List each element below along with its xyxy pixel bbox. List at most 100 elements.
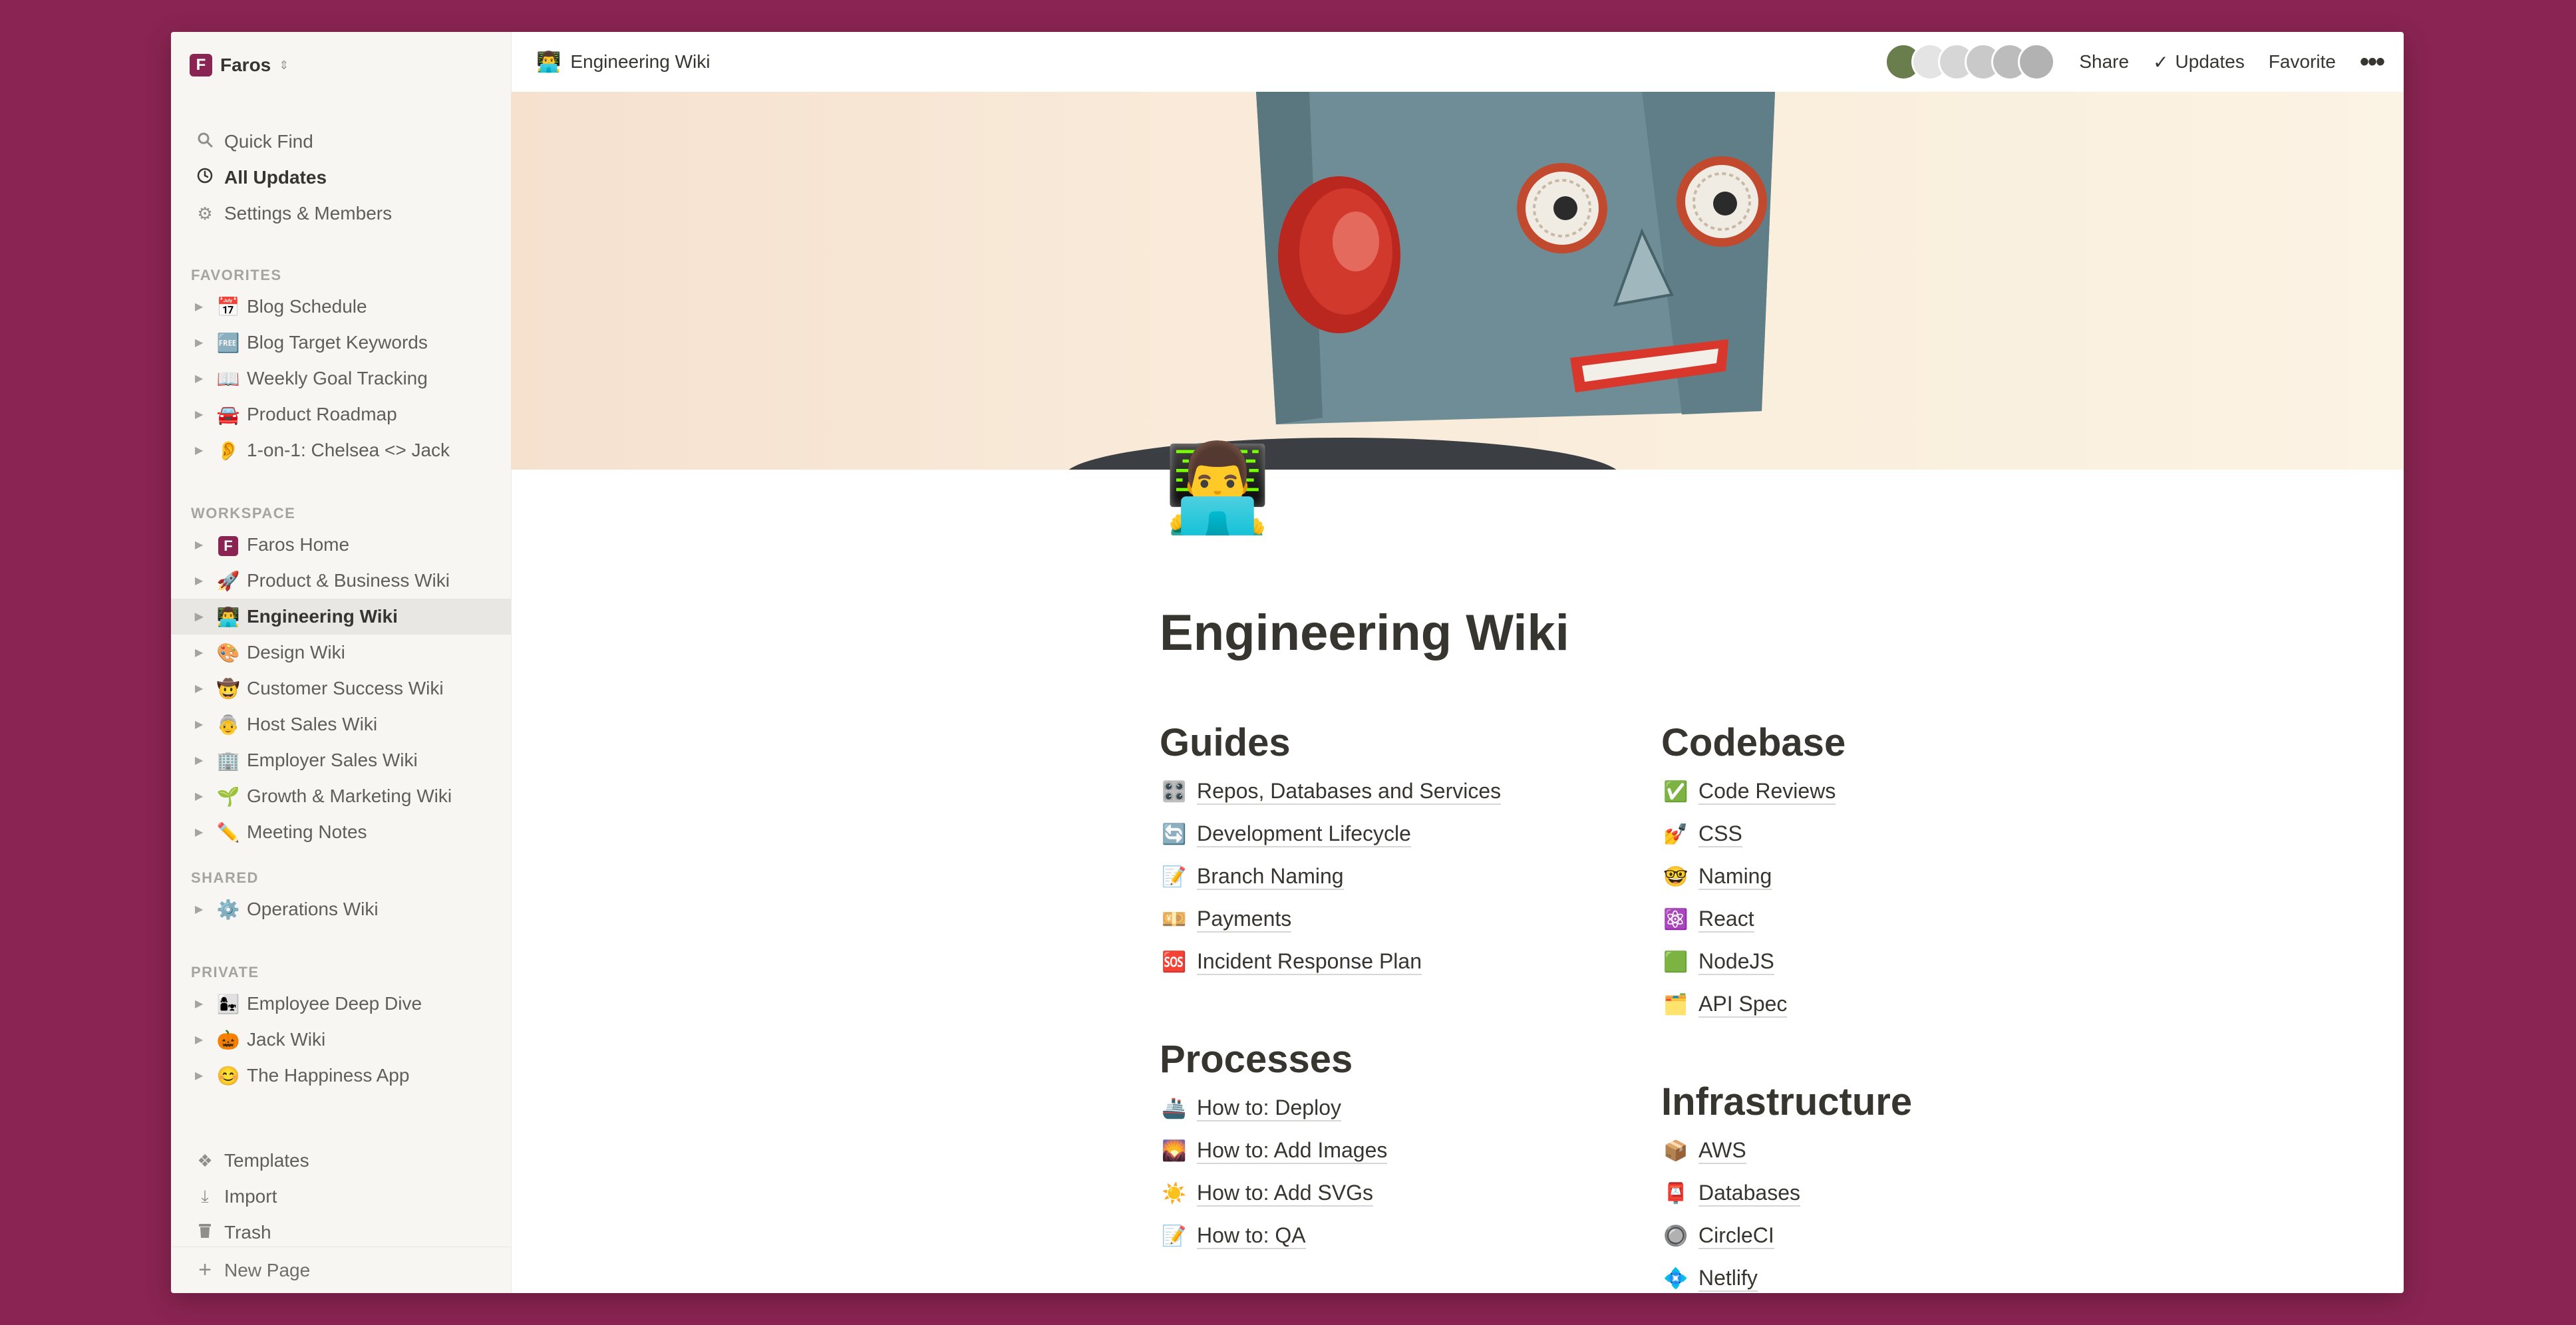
sidebar-item-jack-wiki[interactable]: ▶ 🎃 Jack Wiki xyxy=(171,1022,511,1058)
expand-triangle-icon[interactable]: ▶ xyxy=(195,300,208,313)
sidebar-item-happiness-app[interactable]: ▶ 😊 The Happiness App xyxy=(171,1058,511,1094)
money-icon: 💴 xyxy=(1162,908,1187,931)
page-title[interactable]: Engineering Wiki xyxy=(1160,604,1569,662)
sidebar-item-faros-home[interactable]: ▶ F Faros Home xyxy=(171,527,511,563)
share-button[interactable]: Share xyxy=(2079,51,2129,73)
expand-triangle-icon[interactable]: ▶ xyxy=(195,682,208,695)
smile-icon: 😊 xyxy=(216,1065,240,1086)
expand-triangle-icon[interactable]: ▶ xyxy=(195,408,208,421)
sidebar-item-label: Weekly Goal Tracking xyxy=(247,368,428,388)
link-text: Naming xyxy=(1698,863,1772,891)
page-link-api-spec[interactable]: 🗂️ API Spec xyxy=(1661,983,1846,1026)
link-text: API Spec xyxy=(1698,991,1788,1018)
rocket-icon: 🚀 xyxy=(216,570,240,591)
folder-icon: 🗂️ xyxy=(1663,993,1689,1016)
cycle-icon: 🔄 xyxy=(1162,823,1187,845)
templates-label: Templates xyxy=(224,1150,309,1171)
settings-members-button[interactable]: ⚙ Settings & Members xyxy=(171,196,511,231)
sidebar-item-operations-wiki[interactable]: ▶ ⚙️ Operations Wiki xyxy=(171,891,511,927)
sidebar-item-meeting-notes[interactable]: ▶ ✏️ Meeting Notes xyxy=(171,814,511,850)
expand-triangle-icon[interactable]: ▶ xyxy=(195,1069,208,1082)
sidebar-item-blog-target-keywords[interactable]: ▶ 🆓 Blog Target Keywords xyxy=(171,325,511,361)
expand-triangle-icon[interactable]: ▶ xyxy=(195,646,208,659)
page-link-netlify[interactable]: 💠 Netlify xyxy=(1661,1257,1912,1293)
check-mark-icon: ✅ xyxy=(1663,780,1689,803)
sidebar-item-employee-deep-dive[interactable]: ▶ 👩‍👧 Employee Deep Dive xyxy=(171,986,511,1022)
sidebar-item-label: Growth & Marketing Wiki xyxy=(247,786,452,806)
trash-button[interactable]: Trash xyxy=(171,1215,511,1251)
sidebar-item-host-sales-wiki[interactable]: ▶ 👵 Host Sales Wiki xyxy=(171,706,511,742)
expand-triangle-icon[interactable]: ▶ xyxy=(195,372,208,385)
expand-triangle-icon[interactable]: ▶ xyxy=(195,1033,208,1046)
avatar[interactable] xyxy=(2018,43,2056,80)
page-link-development-lifecycle[interactable]: 🔄 Development Lifecycle xyxy=(1160,813,1501,855)
workspace-switcher[interactable]: F Faros ⇕ xyxy=(190,49,289,81)
workspace-section: WORKSPACE ▶ F Faros Home ▶ 🚀 Product & Busin… xyxy=(171,500,511,850)
page-link-circleci[interactable]: 🔘 CircleCI xyxy=(1661,1215,1912,1257)
sidebar-item-1on1[interactable]: ▶ 👂 1-on-1: Chelsea <> Jack xyxy=(171,432,511,468)
page-link-databases[interactable]: 📮 Databases xyxy=(1661,1172,1912,1215)
sidebar-item-engineering-wiki[interactable]: ▶ 👨‍💻 Engineering Wiki xyxy=(171,599,511,635)
sidebar-item-blog-schedule[interactable]: ▶ 📅 Blog Schedule xyxy=(171,289,511,325)
aws-icon: 📦 xyxy=(1663,1139,1689,1162)
codebase-section: Codebase ✅ Code Reviews 💅 CSS 🤓 Naming ⚛️ Re… xyxy=(1661,714,1846,1026)
breadcrumb[interactable]: 👨‍💻 Engineering Wiki xyxy=(536,32,710,92)
page-link-code-reviews[interactable]: ✅ Code Reviews xyxy=(1661,770,1846,813)
technologist-icon: 👨‍💻 xyxy=(216,606,240,627)
shared-section: SHARED ▶ ⚙️ Operations Wiki xyxy=(171,865,511,927)
netlify-icon: 💠 xyxy=(1663,1267,1689,1290)
collaborator-avatars[interactable] xyxy=(1885,43,2056,80)
favorite-button[interactable]: Favorite xyxy=(2269,51,2336,73)
expand-triangle-icon[interactable]: ▶ xyxy=(195,997,208,1010)
import-button[interactable]: ⤓ Import xyxy=(171,1179,511,1215)
sidebar-item-label: The Happiness App xyxy=(247,1065,410,1086)
gear-icon: ⚙️ xyxy=(216,899,240,920)
workspace-logo: F xyxy=(190,54,212,76)
new-page-button[interactable]: + New Page xyxy=(171,1247,511,1293)
expand-triangle-icon[interactable]: ▶ xyxy=(195,754,208,767)
react-icon: ⚛️ xyxy=(1663,908,1689,931)
expand-triangle-icon[interactable]: ▶ xyxy=(195,336,208,349)
nail-polish-icon: 💅 xyxy=(1663,823,1689,845)
page-link-payments[interactable]: 💴 Payments xyxy=(1160,898,1501,941)
page-link-qa[interactable]: 📝 How to: QA xyxy=(1160,1215,1387,1257)
quick-find-button[interactable]: Quick Find xyxy=(171,124,511,160)
expand-triangle-icon[interactable]: ▶ xyxy=(195,538,208,551)
expand-triangle-icon[interactable]: ▶ xyxy=(195,718,208,731)
more-options-button[interactable]: ••• xyxy=(2360,49,2385,75)
page-link-css[interactable]: 💅 CSS xyxy=(1661,813,1846,855)
ship-icon: 🚢 xyxy=(1162,1097,1187,1119)
sidebar-item-customer-success-wiki[interactable]: ▶ 🤠 Customer Success Wiki xyxy=(171,670,511,706)
sidebar-item-design-wiki[interactable]: ▶ 🎨 Design Wiki xyxy=(171,635,511,670)
link-text: Databases xyxy=(1698,1180,1800,1207)
expand-triangle-icon[interactable]: ▶ xyxy=(195,574,208,587)
expand-triangle-icon[interactable]: ▶ xyxy=(195,903,208,916)
sidebar-item-growth-marketing-wiki[interactable]: ▶ 🌱 Growth & Marketing Wiki xyxy=(171,778,511,814)
page-link-add-svgs[interactable]: ☀️ How to: Add SVGs xyxy=(1160,1172,1387,1215)
sidebar-item-employer-sales-wiki[interactable]: ▶ 🏢 Employer Sales Wiki xyxy=(171,742,511,778)
page-link-aws[interactable]: 📦 AWS xyxy=(1661,1129,1912,1172)
robot-cover-illustration xyxy=(1068,92,1775,470)
templates-button[interactable]: ❖ Templates xyxy=(171,1143,511,1179)
expand-triangle-icon[interactable]: ▶ xyxy=(195,444,208,457)
updates-button[interactable]: ✓ Updates xyxy=(2153,51,2245,73)
sidebar-item-weekly-goal-tracking[interactable]: ▶ 📖 Weekly Goal Tracking xyxy=(171,361,511,396)
page-link-repos[interactable]: 🎛️ Repos, Databases and Services xyxy=(1160,770,1502,813)
link-text: Payments xyxy=(1197,906,1292,933)
sidebar-item-product-business-wiki[interactable]: ▶ 🚀 Product & Business Wiki xyxy=(171,563,511,599)
page-link-react[interactable]: ⚛️ React xyxy=(1661,898,1846,941)
expand-triangle-icon[interactable]: ▶ xyxy=(195,790,208,803)
page-link-deploy[interactable]: 🚢 How to: Deploy xyxy=(1160,1087,1387,1129)
page-link-add-images[interactable]: 🌄 How to: Add Images xyxy=(1160,1129,1388,1172)
control-knobs-icon: 🎛️ xyxy=(1162,780,1187,803)
sidebar-item-product-roadmap[interactable]: ▶ 🚘 Product Roadmap xyxy=(171,396,511,432)
page-link-incident-response[interactable]: 🆘 Incident Response Plan xyxy=(1160,941,1501,983)
guides-section: Guides 🎛️ Repos, Databases and Services 🔄… xyxy=(1160,714,1502,983)
all-updates-button[interactable]: All Updates xyxy=(171,160,511,196)
expand-triangle-icon[interactable]: ▶ xyxy=(195,825,208,839)
page-icon[interactable]: 👨‍💻 xyxy=(1164,444,1271,531)
expand-triangle-icon[interactable]: ▶ xyxy=(195,610,208,623)
page-link-nodejs[interactable]: 🟩 NodeJS xyxy=(1661,941,1846,983)
page-link-branch-naming[interactable]: 📝 Branch Naming xyxy=(1160,855,1501,898)
page-link-naming[interactable]: 🤓 Naming xyxy=(1661,855,1846,898)
